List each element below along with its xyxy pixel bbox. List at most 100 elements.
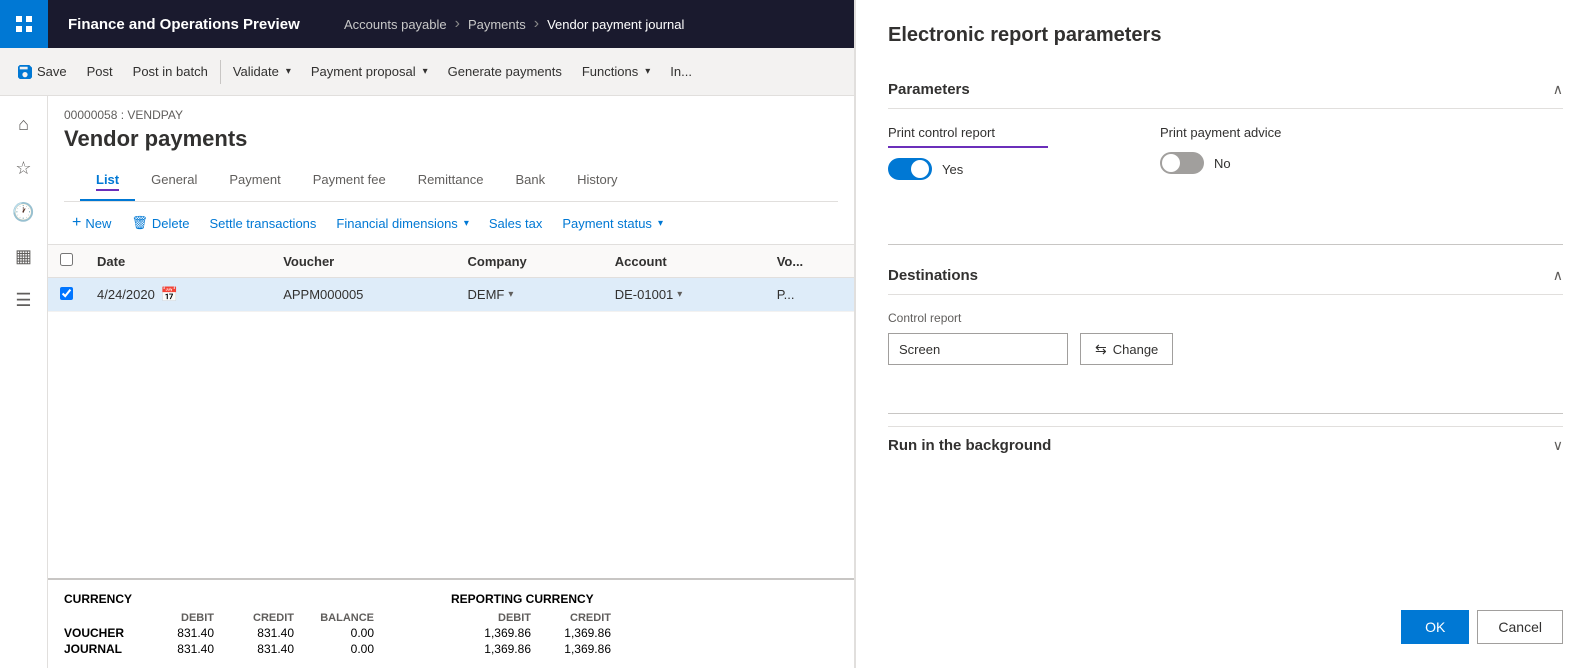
breadcrumb-vendor-payment-journal: Vendor payment journal — [547, 17, 684, 32]
tab-payment-fee[interactable]: Payment fee — [297, 164, 402, 201]
functions-dropdown-arrow: ▾ — [645, 66, 650, 77]
tab-remittance[interactable]: Remittance — [402, 164, 500, 201]
panel-title: Electronic report parameters — [888, 24, 1563, 47]
select-all-checkbox[interactable] — [48, 245, 85, 278]
generate-payments-button[interactable]: Generate payments — [438, 58, 572, 85]
debit-col-header: DEBIT — [134, 612, 214, 624]
right-panel: Electronic report parameters Parameters … — [855, 0, 1595, 668]
validate-dropdown-arrow: ▾ — [286, 66, 291, 77]
breadcrumb-accounts-payable[interactable]: Accounts payable — [344, 17, 447, 32]
run-background-header[interactable]: Run in the background ∨ — [888, 426, 1563, 464]
sidebar: ⌂ ☆ 🕐 ▦ ☰ — [0, 96, 48, 668]
footer-section: CURRENCY DEBIT CREDIT BALANCE VOUCHER 83… — [48, 578, 854, 668]
payment-advice-toggle-knob — [1162, 154, 1180, 172]
delete-button[interactable]: 🗑 Delete — [123, 211, 197, 235]
empty-label-cell — [64, 612, 134, 624]
financial-dim-arrow: ▾ — [464, 218, 469, 229]
account-dropdown-arrow[interactable]: ▾ — [677, 289, 682, 300]
balance-col-header: BALANCE — [294, 612, 374, 624]
cancel-button[interactable]: Cancel — [1477, 610, 1563, 644]
parameters-section-header[interactable]: Parameters ∧ — [888, 71, 1563, 109]
voucher-row-label: VOUCHER — [64, 626, 134, 640]
save-icon — [18, 65, 32, 79]
print-control-report-label: Print control report — [888, 125, 1048, 140]
breadcrumb: Accounts payable › Payments › Vendor pay… — [328, 15, 700, 33]
parameters-section-content: Print control report Yes Print payment a… — [888, 109, 1563, 212]
journal-rep-debit: 1,369.86 — [451, 642, 531, 656]
settle-transactions-button[interactable]: Settle transactions — [201, 212, 324, 235]
control-report-row: Screen ⇆ Change — [888, 333, 1563, 365]
cell-extra: P... — [765, 278, 854, 312]
inquiry-button[interactable]: In... — [660, 58, 702, 85]
col-company: Company — [456, 245, 603, 278]
col-account: Account — [603, 245, 765, 278]
sidebar-grid[interactable]: ▦ — [4, 236, 44, 276]
row-checkbox[interactable] — [48, 278, 85, 312]
bottom-buttons: OK Cancel — [888, 586, 1563, 644]
new-button[interactable]: + New — [64, 210, 119, 236]
save-button[interactable]: Save — [8, 58, 77, 85]
reporting-currency-label: REPORTING CURRENCY — [451, 592, 838, 606]
voucher-rep-debit: 1,369.86 — [451, 626, 531, 640]
tab-payment[interactable]: Payment — [213, 164, 296, 201]
grid-icon — [14, 14, 34, 34]
rep-debit-col-header: DEBIT — [451, 612, 531, 624]
ok-button[interactable]: OK — [1401, 610, 1469, 644]
journal-title: Vendor payments — [64, 126, 838, 152]
sidebar-home[interactable]: ⌂ — [4, 104, 44, 144]
app-grid-button[interactable] — [0, 0, 48, 48]
change-button[interactable]: ⇆ Change — [1080, 333, 1173, 365]
financial-dimensions-button[interactable]: Financial dimensions ▾ — [328, 212, 476, 235]
payment-proposal-button[interactable]: Payment proposal ▾ — [301, 58, 438, 85]
print-payment-advice-field: Print payment advice No — [1160, 125, 1281, 174]
voucher-debit: 831.40 — [134, 626, 214, 640]
sidebar-list[interactable]: ☰ — [4, 280, 44, 320]
cell-company: DEMF ▾ — [456, 278, 603, 312]
tab-history[interactable]: History — [561, 164, 633, 201]
destinations-section: Destinations ∧ Control report Screen ⇆ C… — [888, 257, 1563, 381]
table-row[interactable]: 4/24/2020 📅 APPM000005 DEMF ▾ — [48, 278, 854, 312]
separator-2 — [888, 413, 1563, 414]
calendar-icon[interactable]: 📅 — [161, 286, 178, 303]
voucher-balance: 0.00 — [294, 626, 374, 640]
destinations-collapse-icon: ∧ — [1553, 267, 1563, 284]
journal-balance: 0.00 — [294, 642, 374, 656]
tab-list[interactable]: List — [80, 164, 135, 201]
payment-status-button[interactable]: Payment status ▾ — [554, 212, 671, 235]
toggle-fields-row: Print control report Yes Print payment a… — [888, 125, 1563, 180]
parameters-section: Parameters ∧ Print control report Yes — [888, 71, 1563, 212]
credit-col-header: CREDIT — [214, 612, 294, 624]
col-extra: Vo... — [765, 245, 854, 278]
post-button[interactable]: Post — [77, 58, 123, 85]
tab-bank[interactable]: Bank — [499, 164, 561, 201]
journal-credit: 831.40 — [214, 642, 294, 656]
validate-button[interactable]: Validate ▾ — [223, 58, 301, 85]
print-control-underline — [888, 146, 1048, 148]
print-payment-advice-toggle[interactable] — [1160, 152, 1204, 174]
post-batch-button[interactable]: Post in batch — [123, 58, 218, 85]
print-control-toggle[interactable] — [888, 158, 932, 180]
print-payment-advice-label: Print payment advice — [1160, 125, 1281, 140]
breadcrumb-payments[interactable]: Payments — [468, 17, 526, 32]
journal-id: 00000058 : VENDPAY — [64, 108, 838, 122]
payment-proposal-dropdown-arrow: ▾ — [423, 66, 428, 77]
destinations-section-header[interactable]: Destinations ∧ — [888, 257, 1563, 295]
payment-status-arrow: ▾ — [658, 218, 663, 229]
sidebar-star[interactable]: ☆ — [4, 148, 44, 188]
run-background-chevron: ∨ — [1553, 437, 1563, 454]
print-control-report-field: Print control report Yes — [888, 125, 1048, 180]
parameters-section-title: Parameters — [888, 81, 970, 98]
functions-button[interactable]: Functions ▾ — [572, 58, 660, 85]
sidebar-history[interactable]: 🕐 — [4, 192, 44, 232]
change-icon: ⇆ — [1095, 341, 1107, 358]
journal-rep-credit: 1,369.86 — [531, 642, 611, 656]
company-dropdown-arrow[interactable]: ▾ — [508, 289, 513, 300]
print-payment-advice-toggle-row: No — [1160, 152, 1281, 174]
sales-tax-button[interactable]: Sales tax — [481, 212, 550, 235]
cell-account: DE-01001 ▾ — [603, 278, 765, 312]
control-report-input[interactable]: Screen — [888, 333, 1068, 365]
destinations-section-title: Destinations — [888, 267, 978, 284]
control-report-label: Control report — [888, 311, 1563, 325]
tab-general[interactable]: General — [135, 164, 213, 201]
cell-voucher: APPM000005 — [271, 278, 455, 312]
